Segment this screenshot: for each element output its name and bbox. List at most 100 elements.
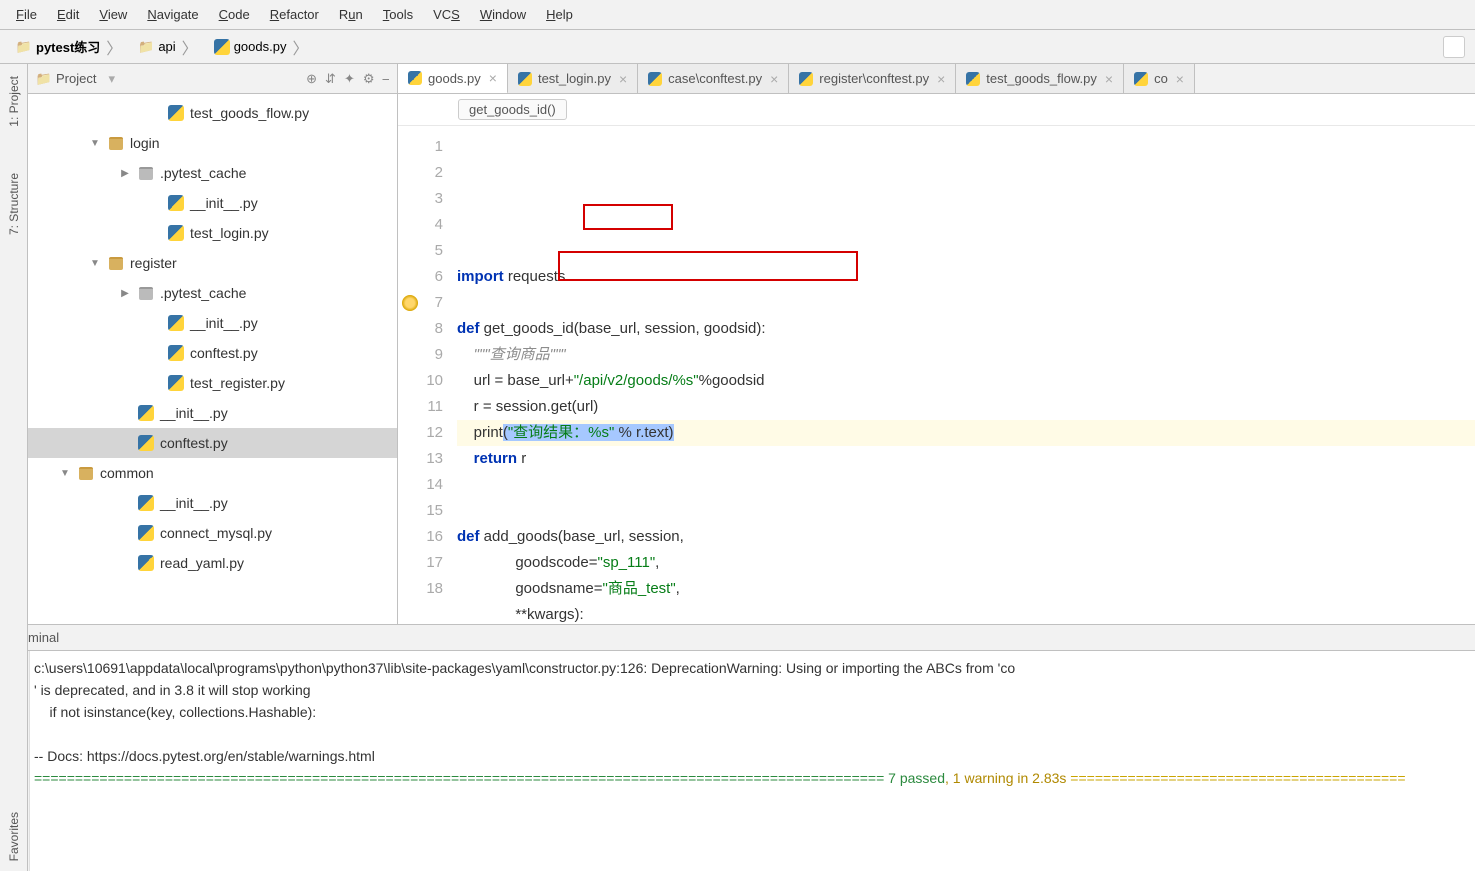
- crumb-root[interactable]: pytest练习 〉: [10, 32, 130, 62]
- close-tab-icon[interactable]: ×: [937, 71, 945, 87]
- close-tab-icon[interactable]: ×: [619, 71, 627, 87]
- tree-item[interactable]: __init__.py: [28, 488, 397, 518]
- collapse-icon[interactable]: ⇵: [325, 71, 336, 87]
- python-file-icon: [138, 525, 154, 541]
- tree-arrow-icon[interactable]: ▼: [88, 258, 102, 269]
- nav-action-button[interactable]: [1443, 36, 1465, 58]
- editor-tab[interactable]: test_goods_flow.py ×: [956, 64, 1124, 93]
- editor-tab[interactable]: test_login.py ×: [508, 64, 638, 93]
- tree-item-label: test_register.py: [190, 375, 285, 391]
- tree-item-label: __init__.py: [190, 315, 258, 331]
- settings-icon[interactable]: ✦: [344, 71, 355, 87]
- folder-icon: [36, 71, 52, 87]
- crumb-mid[interactable]: api 〉: [132, 32, 205, 62]
- tab-label: co: [1154, 71, 1168, 86]
- crumb-file[interactable]: goods.py 〉: [208, 32, 317, 62]
- python-file-icon: [168, 315, 184, 331]
- tree-item[interactable]: conftest.py: [28, 338, 397, 368]
- tree-item[interactable]: conftest.py: [28, 428, 397, 458]
- editor-tab[interactable]: case\conftest.py ×: [638, 64, 789, 93]
- python-file-icon: [966, 72, 980, 86]
- hide-icon[interactable]: ⎯: [383, 71, 390, 87]
- tree-item-label: .pytest_cache: [160, 285, 246, 301]
- chevron-icon: 〉: [106, 35, 122, 59]
- tab-label: case\conftest.py: [668, 71, 762, 86]
- python-file-icon: [168, 225, 184, 241]
- gear-icon[interactable]: ⚙: [363, 71, 375, 87]
- tree-item-label: conftest.py: [160, 435, 228, 451]
- close-tab-icon[interactable]: ×: [1105, 71, 1113, 87]
- python-file-icon: [168, 345, 184, 361]
- tree-item[interactable]: test_register.py: [28, 368, 397, 398]
- editor-tab[interactable]: goods.py×: [398, 64, 508, 94]
- tree-item[interactable]: __init__.py: [28, 398, 397, 428]
- menu-help[interactable]: Help: [538, 3, 581, 26]
- folder-icon: [78, 465, 94, 481]
- term-line: if not isinstance(key, collections.Hasha…: [34, 701, 1471, 723]
- locate-icon[interactable]: ⊕: [306, 71, 317, 87]
- python-file-icon: [168, 105, 184, 121]
- terminal-output[interactable]: c:\users\10691\appdata\local\programs\py…: [30, 651, 1475, 871]
- tool-project[interactable]: 1: Project: [5, 68, 23, 135]
- menu-view[interactable]: View: [91, 3, 135, 26]
- tree-item[interactable]: __init__.py: [28, 308, 397, 338]
- tree-item-label: __init__.py: [160, 405, 228, 421]
- menu-refactor[interactable]: Refactor: [262, 3, 327, 26]
- close-tab-icon[interactable]: ×: [489, 70, 497, 86]
- tree-arrow-icon[interactable]: ▼: [88, 138, 102, 149]
- term-line: c:\users\10691\appdata\local\programs\py…: [34, 657, 1471, 679]
- tree-item[interactable]: test_login.py: [28, 218, 397, 248]
- folder-icon: [108, 255, 124, 271]
- tab-label: test_goods_flow.py: [986, 71, 1097, 86]
- menu-tools[interactable]: Tools: [375, 3, 421, 26]
- menu-edit[interactable]: Edit: [49, 3, 87, 26]
- term-line: -- Docs: https://docs.pytest.org/en/stab…: [34, 745, 1471, 767]
- tree-item[interactable]: ▶ .pytest_cache: [28, 158, 397, 188]
- crumb-root-label: pytest练习: [36, 37, 100, 56]
- tool-favorites[interactable]: Favorites: [5, 802, 23, 871]
- menu-code[interactable]: Code: [211, 3, 258, 26]
- folder-hidden-icon: [138, 285, 154, 301]
- tree-item-label: __init__.py: [160, 495, 228, 511]
- chevron-icon: 〉: [182, 35, 198, 59]
- project-panel-header: Project ▾ ⊕ ⇵ ✦ ⚙ ⎯: [28, 64, 397, 94]
- breadcrumb-function: get_goods_id(): [398, 94, 1475, 126]
- folder-icon: [108, 135, 124, 151]
- tree-item[interactable]: __init__.py: [28, 188, 397, 218]
- tree-item-label: __init__.py: [190, 195, 258, 211]
- close-tab-icon[interactable]: ×: [770, 71, 778, 87]
- close-tab-icon[interactable]: ×: [1176, 71, 1184, 87]
- editor-tab[interactable]: co ×: [1124, 64, 1195, 93]
- tree-arrow-icon[interactable]: ▼: [58, 468, 72, 479]
- tree-item[interactable]: test_goods_flow.py: [28, 98, 397, 128]
- dropdown-icon[interactable]: ▾: [108, 71, 115, 87]
- highlight-box-1: [583, 204, 673, 230]
- tree-item[interactable]: read_yaml.py: [28, 548, 397, 578]
- tree-arrow-icon[interactable]: ▶: [118, 288, 132, 299]
- term-summary: ========================================…: [34, 767, 1471, 789]
- tree-item[interactable]: ▼common: [28, 458, 397, 488]
- terminal-header[interactable]: Terminal: [0, 625, 1475, 651]
- tree-item[interactable]: ▼login: [28, 128, 397, 158]
- menu-run[interactable]: Run: [331, 3, 371, 26]
- tree-arrow-icon[interactable]: ▶: [118, 168, 132, 179]
- python-file-icon: [138, 495, 154, 511]
- menu-vcs[interactable]: VCS: [425, 3, 468, 26]
- menu-navigate[interactable]: Navigate: [139, 3, 206, 26]
- menu-window[interactable]: Window: [472, 3, 534, 26]
- python-file-icon: [214, 39, 230, 55]
- folder-icon: [16, 39, 32, 55]
- python-file-icon: [518, 72, 532, 86]
- tab-label: test_login.py: [538, 71, 611, 86]
- tree-item[interactable]: ▶ .pytest_cache: [28, 278, 397, 308]
- python-file-icon: [168, 375, 184, 391]
- menu-file[interactable]: File: [8, 3, 45, 26]
- tree-item-label: .pytest_cache: [160, 165, 246, 181]
- tree-item[interactable]: ▼register: [28, 248, 397, 278]
- tool-structure[interactable]: 7: Structure: [5, 165, 23, 243]
- bulb-icon[interactable]: [402, 295, 418, 311]
- editor-tab[interactable]: register\conftest.py×: [789, 64, 956, 93]
- tree-item[interactable]: connect_mysql.py: [28, 518, 397, 548]
- function-crumb[interactable]: get_goods_id(): [458, 99, 567, 120]
- chevron-icon: 〉: [292, 35, 308, 59]
